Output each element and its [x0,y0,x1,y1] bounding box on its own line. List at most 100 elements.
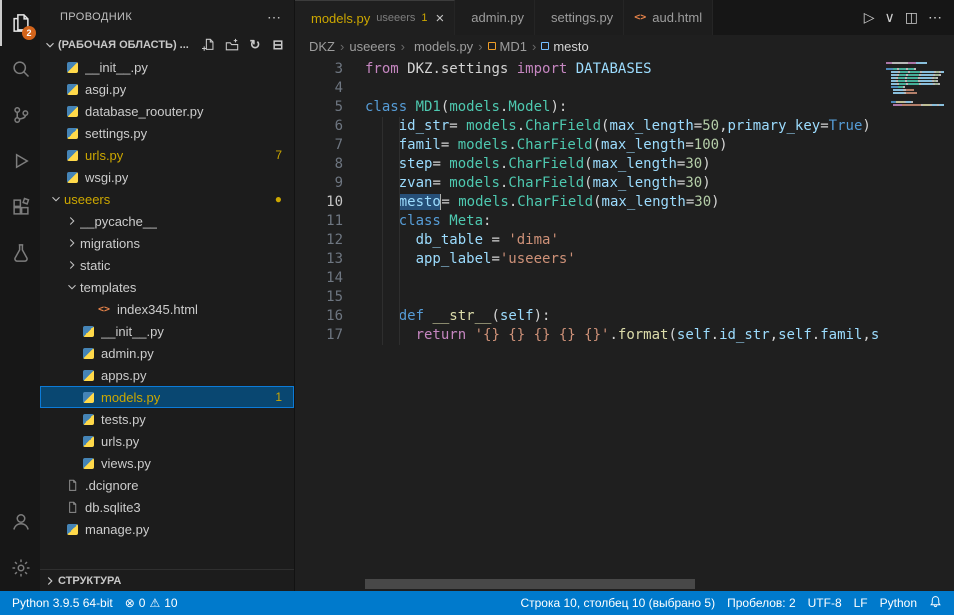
chevron-down-icon [64,280,80,294]
split-editor-button[interactable]: ◫ [905,9,918,26]
breadcrumb-item-MD1[interactable]: MD1 [488,39,527,54]
code-line-10[interactable]: 10 mesto= models.CharField(max_length=30… [295,193,954,212]
overview-ruler [946,57,954,591]
tree-item-db.sqlite3[interactable]: db.sqlite3 [40,496,294,518]
workspace-section-header[interactable]: (РАБОЧАЯ ОБЛАСТЬ) ... ↻⊟ [40,34,294,56]
sidebar-more-actions-button[interactable]: ⋯ [267,9,282,26]
activity-search-button[interactable] [0,46,40,92]
tree-item-database_roouter.py[interactable]: database_roouter.py [40,100,294,122]
code-line-14[interactable]: 14 [295,269,954,288]
tree-item-static[interactable]: static [40,254,294,276]
more-actions-button[interactable]: ⋯ [928,9,942,26]
code-line-8[interactable]: 8 step= models.CharField(max_length=30) [295,155,954,174]
code-line-7[interactable]: 7 famil= models.CharField(max_length=100… [295,136,954,155]
breadcrumb-separator: › [340,39,344,54]
tree-item-views.py[interactable]: views.py [40,452,294,474]
eol-status[interactable]: LF [848,596,874,610]
code-line-16[interactable]: 16 def __str__(self): [295,307,954,326]
tab-aud.html[interactable]: <>aud.html [624,0,713,35]
tree-item-urls.py[interactable]: urls.py [40,430,294,452]
code-line-3[interactable]: 3from DKZ.settings import DATABASES [295,60,954,79]
tree-item-templates[interactable]: templates [40,276,294,298]
code-line-4[interactable]: 4 [295,79,954,98]
breadcrumb-item-mesto[interactable]: mesto [541,39,588,54]
breadcrumb-item-DKZ[interactable]: DKZ [309,39,335,54]
settings-gear-icon [11,558,31,578]
tree-item-migrations[interactable]: migrations [40,232,294,254]
code-line-6[interactable]: 6 id_str= models.CharField(max_length=50… [295,117,954,136]
tab-admin.py[interactable]: admin.py [455,0,535,35]
breadcrumb-item-models.py[interactable]: models.py [410,39,473,54]
run-dropdown-button[interactable]: ∨ [885,9,895,26]
activity-settings-gear-button[interactable] [0,545,40,591]
python-icon [64,106,80,117]
close-icon[interactable]: × [436,11,445,26]
breadcrumb-label: models.py [414,39,473,54]
activity-account-button[interactable] [0,499,40,545]
cursor-position-status[interactable]: Строка 10, столбец 10 (выбрано 5) [514,596,721,610]
line-number: 9 [295,174,343,193]
python-icon [80,414,96,425]
tree-item-__pycache__[interactable]: __pycache__ [40,210,294,232]
tree-item-__init__.py[interactable]: __init__.py [40,56,294,78]
activity-extensions-button[interactable] [0,184,40,230]
run-debug-icon [11,151,31,171]
language-mode-status[interactable]: Python [874,596,923,610]
python-icon [64,84,80,95]
tab-models.py[interactable]: models.pyuseeers1× [295,0,455,35]
notifications-bell[interactable] [923,595,948,611]
tree-item-urls.py[interactable]: urls.py7 [40,144,294,166]
code-line-15[interactable]: 15 [295,288,954,307]
refresh-button[interactable]: ↻ [245,35,265,55]
tree-item-.dcignore[interactable]: .dcignore [40,474,294,496]
run-button[interactable]: ▷ [864,9,875,26]
tree-item-manage.py[interactable]: manage.py [40,518,294,540]
indentation-status[interactable]: Пробелов: 2 [721,596,802,610]
editor-area: models.pyuseeers1×admin.pysettings.py<>a… [295,0,954,591]
new-file-button[interactable] [199,35,219,55]
chevron-down-icon [42,38,58,52]
tree-item-admin.py[interactable]: admin.py [40,342,294,364]
tree-item-tests.py[interactable]: tests.py [40,408,294,430]
collapse-all-button[interactable]: ⊟ [268,35,288,55]
code-line-17[interactable]: 17 return '{} {} {} {} {}'.format(self.i… [295,326,954,345]
problems-status[interactable]: ⊗ 0 ⚠ 10 [119,591,184,615]
line-number: 11 [295,212,343,231]
file-icon [64,479,80,492]
tree-item-__init__.py[interactable]: __init__.py [40,320,294,342]
tree-item-apps.py[interactable]: apps.py [40,364,294,386]
code-line-9[interactable]: 9 zvan= models.CharField(max_length=30) [295,174,954,193]
tab-settings.py[interactable]: settings.py [535,0,624,35]
code-line-13[interactable]: 13 app_label='useeers' [295,250,954,269]
tree-item-index345.html[interactable]: <>index345.html [40,298,294,320]
breadcrumb-item-useeers[interactable]: useeers [349,39,395,54]
sidebar-title: ПРОВОДНИК [60,11,267,23]
activity-explorer-button[interactable]: 2 [0,0,40,46]
tree-item-asgi.py[interactable]: asgi.py [40,78,294,100]
extensions-icon [11,197,31,217]
tree-item-useeers[interactable]: useeers● [40,188,294,210]
tree-item-label: urls.py [85,148,123,163]
activity-testing-button[interactable] [0,230,40,276]
code-line-11[interactable]: 11 class Meta: [295,212,954,231]
minimap-line [886,68,944,70]
tree-item-models.py[interactable]: models.py1 [40,386,294,408]
tree-item-wsgi.py[interactable]: wsgi.py [40,166,294,188]
python-icon [64,524,80,535]
code-line-12[interactable]: 12 db_table = 'dima' [295,231,954,250]
python-version-status[interactable]: Python 3.9.5 64-bit [6,591,119,615]
code-editor[interactable]: 3from DKZ.settings import DATABASES45cla… [295,57,954,591]
file-tree: __init__.pyasgi.pydatabase_roouter.pyset… [40,56,294,569]
activity-source-control-button[interactable] [0,92,40,138]
horizontal-scrollbar[interactable] [365,579,695,589]
tree-item-settings.py[interactable]: settings.py [40,122,294,144]
minimap-line [886,95,944,97]
code-line-5[interactable]: 5class MD1(models.Model): [295,98,954,117]
tree-item-label: useeers [64,192,110,207]
outline-section-header[interactable]: СТРУКТУРА [40,569,294,591]
new-folder-button[interactable] [222,35,242,55]
activity-run-debug-button[interactable] [0,138,40,184]
minimap[interactable] [884,57,946,591]
encoding-status[interactable]: UTF-8 [802,596,848,610]
symbol-field-icon [541,42,549,50]
